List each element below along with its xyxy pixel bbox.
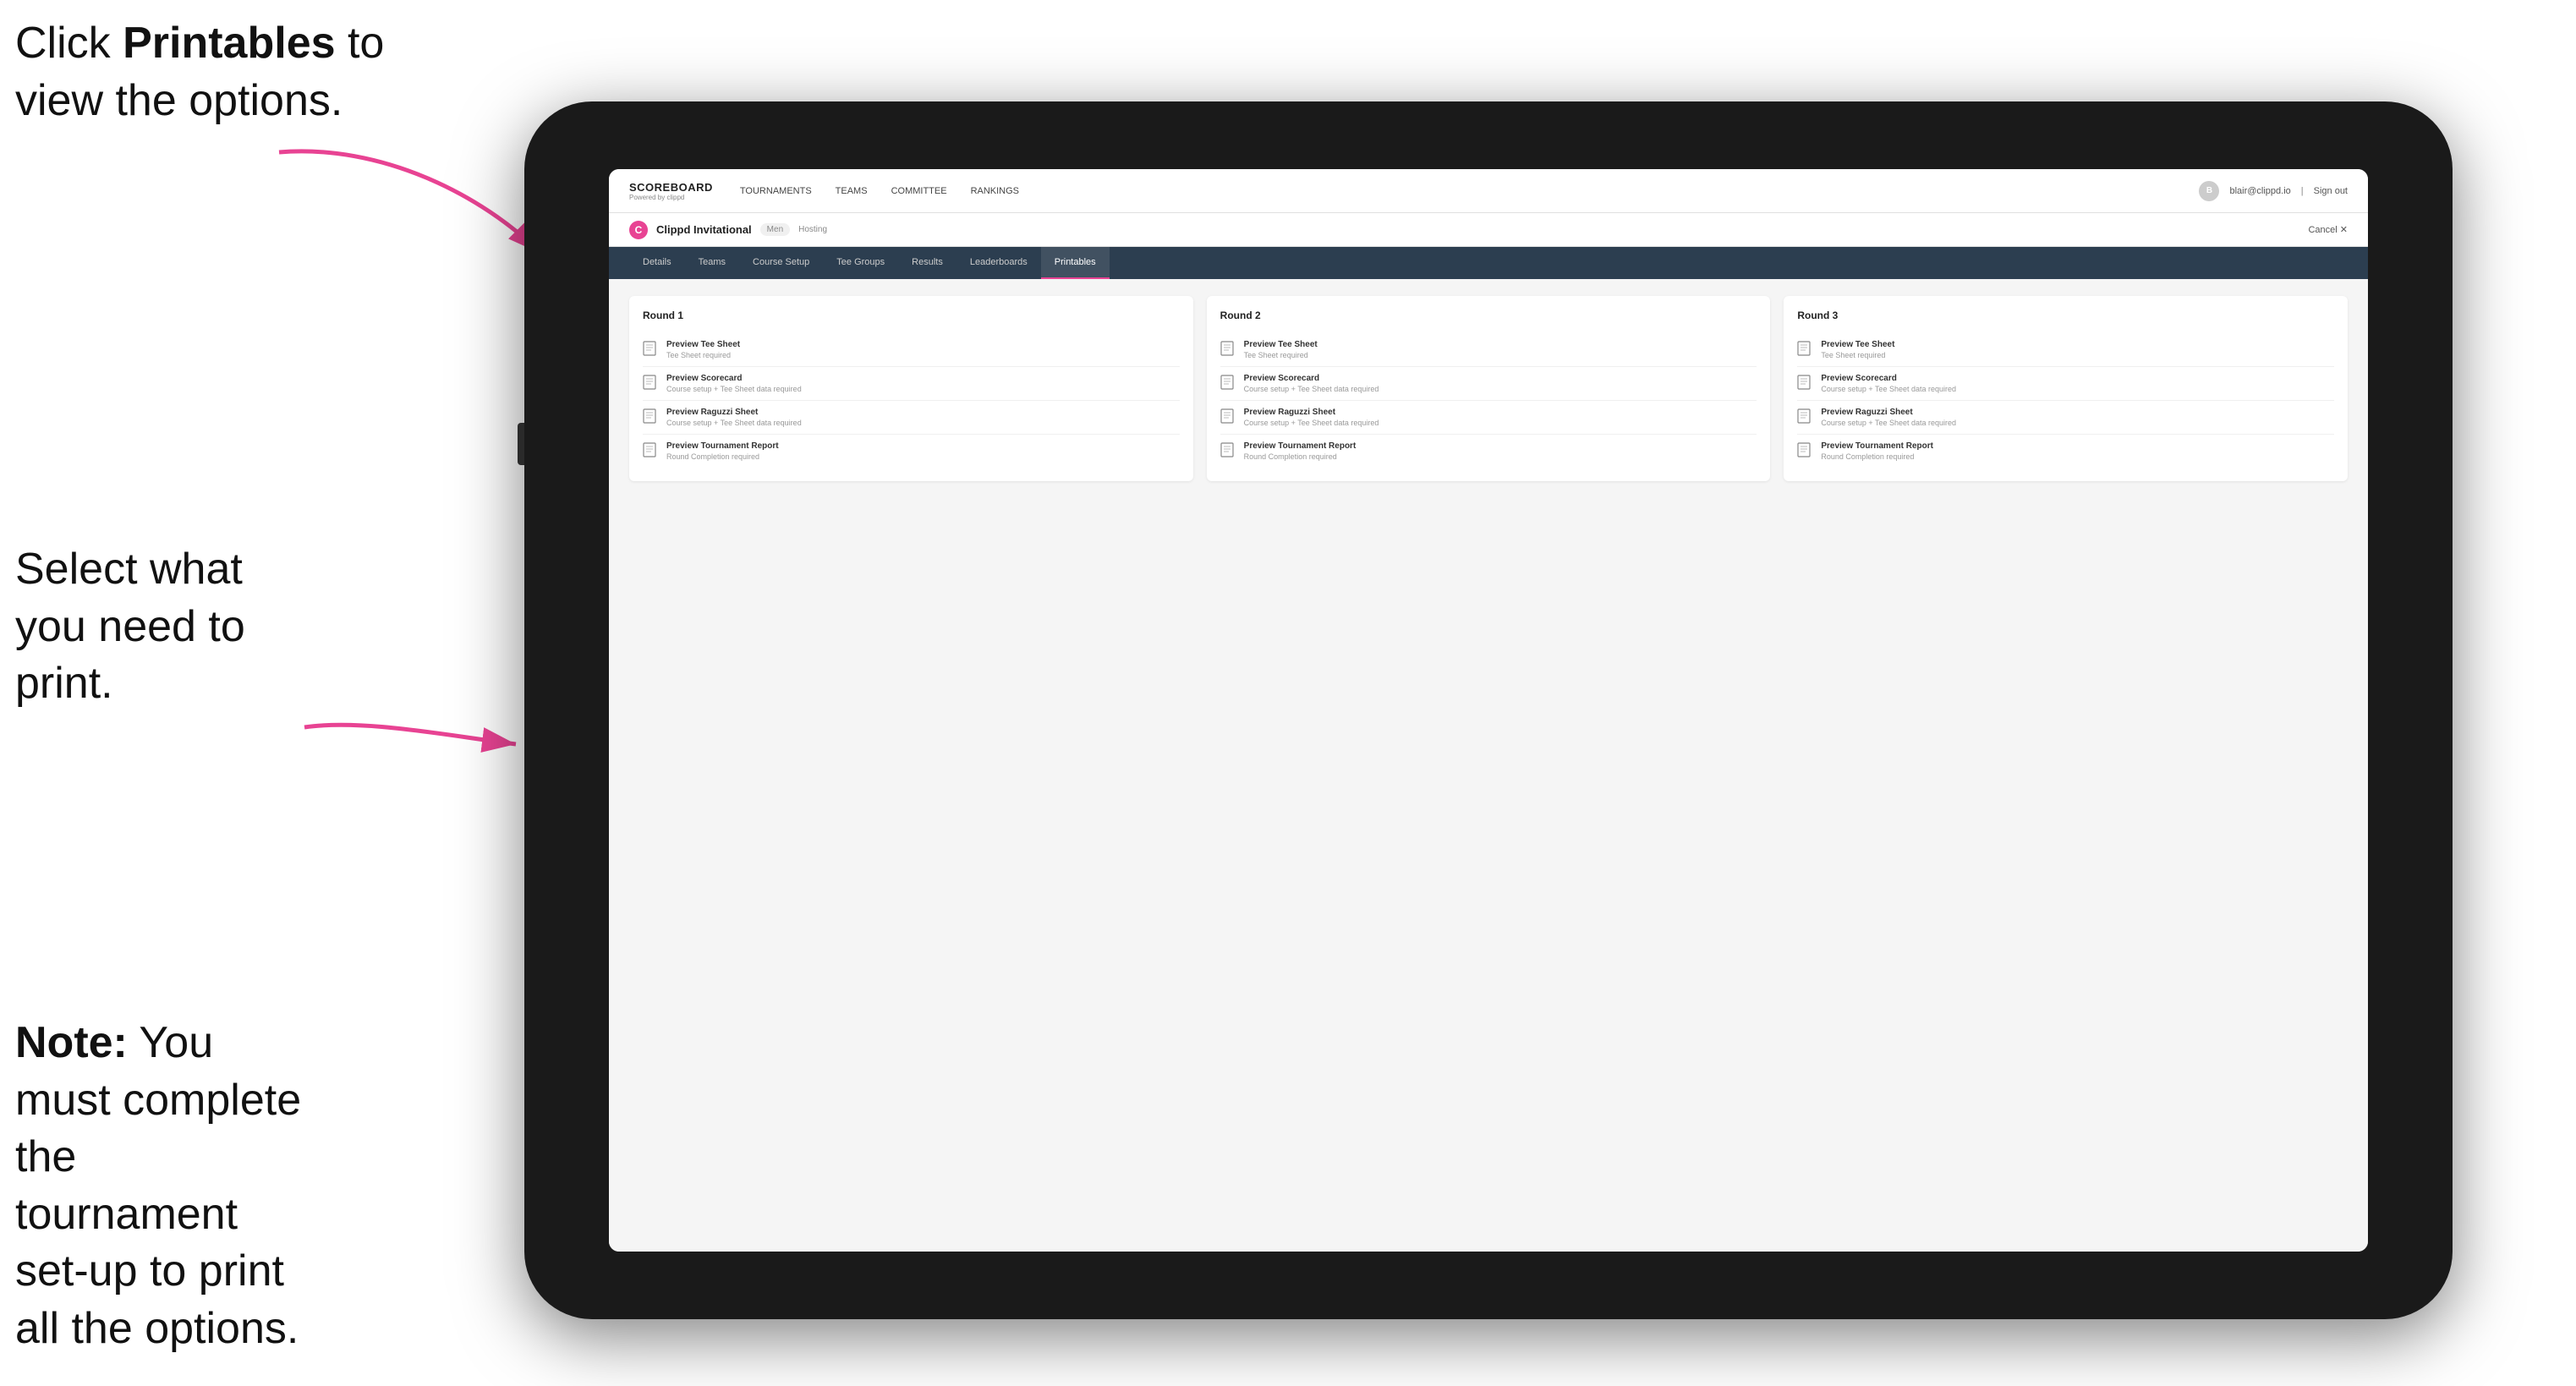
- round2-raguzzi-icon: [1220, 408, 1237, 427]
- brand-sub: Powered by clippd: [629, 194, 713, 201]
- tournament-gender: Men: [760, 223, 790, 236]
- avatar: B: [2199, 181, 2219, 201]
- top-nav-links: TOURNAMENTS TEAMS COMMITTEE RANKINGS: [740, 183, 2200, 200]
- round-2-tee-sheet[interactable]: Preview Tee Sheet Tee Sheet required: [1220, 333, 1757, 367]
- round-3-title: Round 3: [1797, 310, 2334, 321]
- scorecard-icon: [643, 375, 660, 393]
- tablet-device: SCOREBOARD Powered by clippd TOURNAMENTS…: [524, 101, 2453, 1319]
- brand: SCOREBOARD Powered by clippd: [629, 181, 713, 201]
- round-3-tournament-report[interactable]: Preview Tournament Report Round Completi…: [1797, 435, 2334, 468]
- brand-title: SCOREBOARD: [629, 181, 713, 194]
- round-3-tee-sheet[interactable]: Preview Tee Sheet Tee Sheet required: [1797, 333, 2334, 367]
- round-1-raguzzi-text: Preview Raguzzi Sheet Course setup + Tee…: [666, 408, 802, 427]
- tab-tee-groups[interactable]: Tee Groups: [823, 247, 898, 279]
- tab-leaderboards[interactable]: Leaderboards: [956, 247, 1041, 279]
- tab-details[interactable]: Details: [629, 247, 685, 279]
- nav-rankings[interactable]: RANKINGS: [971, 183, 1019, 200]
- round3-tournament-report-icon: [1797, 442, 1814, 461]
- cancel-button[interactable]: Cancel ✕: [2308, 224, 2348, 235]
- round2-scorecard-icon: [1220, 375, 1237, 393]
- user-email: blair@clippd.io: [2229, 186, 2290, 196]
- arrow-top-icon: [211, 127, 575, 279]
- nav-teams[interactable]: TEAMS: [836, 183, 868, 200]
- annotation-middle: Select what you need to print.: [15, 541, 286, 713]
- round-2-tournament-report[interactable]: Preview Tournament Report Round Completi…: [1220, 435, 1757, 468]
- main-content: Round 1 Preview Tee Sheet: [609, 279, 2368, 1252]
- round-3-scorecard-text: Preview Scorecard Course setup + Tee She…: [1821, 374, 1956, 393]
- round-2-tournament-report-text: Preview Tournament Report Round Completi…: [1244, 441, 1357, 461]
- round-3-column: Round 3 Preview Tee Sheet: [1784, 296, 2348, 481]
- tablet-screen: SCOREBOARD Powered by clippd TOURNAMENTS…: [609, 169, 2368, 1252]
- round-2-tee-sheet-text: Preview Tee Sheet Tee Sheet required: [1244, 340, 1318, 359]
- round-2-raguzzi-text: Preview Raguzzi Sheet Course setup + Tee…: [1244, 408, 1379, 427]
- round3-tee-sheet-icon: [1797, 341, 1814, 359]
- tournament-status: Hosting: [798, 225, 827, 234]
- round-3-raguzzi[interactable]: Preview Raguzzi Sheet Course setup + Tee…: [1797, 401, 2334, 435]
- round3-raguzzi-icon: [1797, 408, 1814, 427]
- round-2-title: Round 2: [1220, 310, 1757, 321]
- round2-tournament-report-icon: [1220, 442, 1237, 461]
- round-3-tournament-report-text: Preview Tournament Report Round Completi…: [1821, 441, 1933, 461]
- tab-course-setup[interactable]: Course Setup: [739, 247, 823, 279]
- round-1-title: Round 1: [643, 310, 1180, 321]
- round-1-raguzzi[interactable]: Preview Raguzzi Sheet Course setup + Tee…: [643, 401, 1180, 435]
- tournament-logo: C: [629, 221, 648, 239]
- round-1-tee-sheet[interactable]: Preview Tee Sheet Tee Sheet required: [643, 333, 1180, 367]
- round-2-scorecard-text: Preview Scorecard Course setup + Tee She…: [1244, 374, 1379, 393]
- nav-tournaments[interactable]: TOURNAMENTS: [740, 183, 812, 200]
- arrow-middle-icon: [279, 677, 541, 786]
- round2-tee-sheet-icon: [1220, 341, 1237, 359]
- round-3-tee-sheet-text: Preview Tee Sheet Tee Sheet required: [1821, 340, 1894, 359]
- tab-printables[interactable]: Printables: [1041, 247, 1110, 279]
- tab-teams[interactable]: Teams: [685, 247, 739, 279]
- tab-bar: Details Teams Course Setup Tee Groups Re…: [609, 247, 2368, 279]
- round-1-scorecard[interactable]: Preview Scorecard Course setup + Tee She…: [643, 367, 1180, 401]
- tournament-header: C Clippd Invitational Men Hosting Cancel…: [609, 213, 2368, 247]
- top-nav-right: B blair@clippd.io | Sign out: [2199, 181, 2348, 201]
- round-2-raguzzi[interactable]: Preview Raguzzi Sheet Course setup + Tee…: [1220, 401, 1757, 435]
- round-1-tournament-report[interactable]: Preview Tournament Report Round Completi…: [643, 435, 1180, 468]
- annotation-bottom: Note: You must complete the tournament s…: [15, 1015, 303, 1358]
- raguzzi-icon: [643, 408, 660, 427]
- round-2-column: Round 2 Preview Tee Sheet: [1207, 296, 1771, 481]
- round-1-column: Round 1 Preview Tee Sheet: [629, 296, 1193, 481]
- nav-committee[interactable]: COMMITTEE: [891, 183, 947, 200]
- annotation-bold: Printables: [123, 19, 335, 68]
- round-2-scorecard[interactable]: Preview Scorecard Course setup + Tee She…: [1220, 367, 1757, 401]
- tournament-name: Clippd Invitational: [656, 223, 752, 236]
- round-1-tournament-report-text: Preview Tournament Report Round Completi…: [666, 441, 779, 461]
- top-nav: SCOREBOARD Powered by clippd TOURNAMENTS…: [609, 169, 2368, 213]
- tab-results[interactable]: Results: [898, 247, 956, 279]
- tournament-report-icon: [643, 442, 660, 461]
- tee-sheet-icon: [643, 341, 660, 359]
- round-1-tee-sheet-text: Preview Tee Sheet Tee Sheet required: [666, 340, 740, 359]
- annotation-top: Click Printables toview the options.: [15, 15, 384, 129]
- round-3-raguzzi-text: Preview Raguzzi Sheet Course setup + Tee…: [1821, 408, 1956, 427]
- round-3-scorecard[interactable]: Preview Scorecard Course setup + Tee She…: [1797, 367, 2334, 401]
- rounds-grid: Round 1 Preview Tee Sheet: [629, 296, 2348, 481]
- sign-out-link[interactable]: Sign out: [2314, 186, 2348, 196]
- round3-scorecard-icon: [1797, 375, 1814, 393]
- round-1-scorecard-text: Preview Scorecard Course setup + Tee She…: [666, 374, 802, 393]
- tournament-title: C Clippd Invitational Men Hosting: [629, 221, 827, 239]
